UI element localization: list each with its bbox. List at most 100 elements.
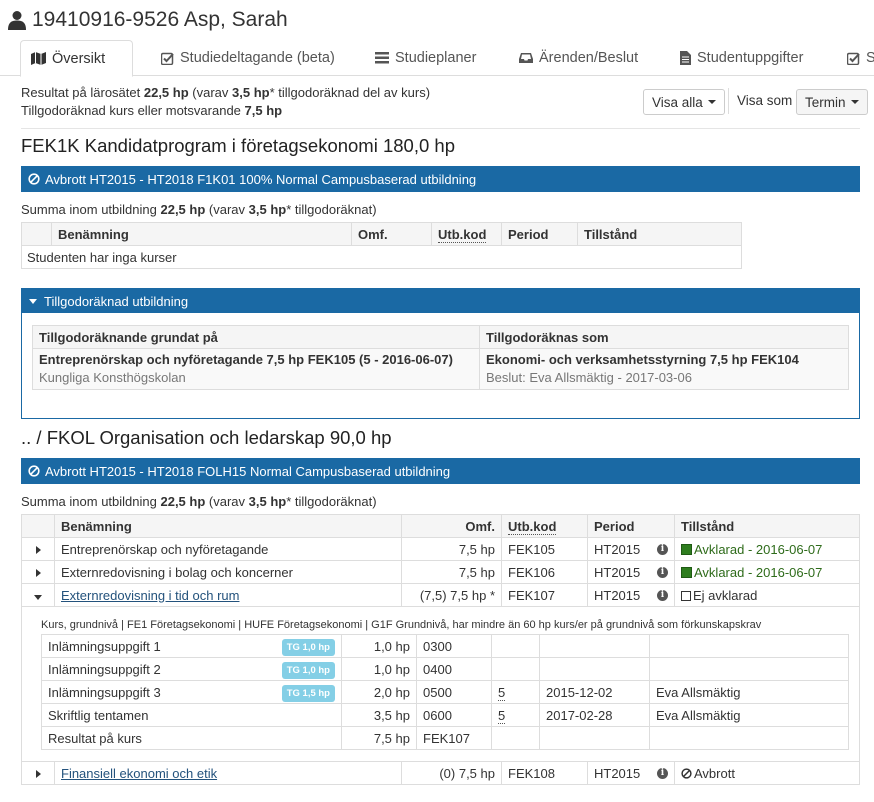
summary-credited: 3,5 hp [232, 85, 270, 100]
module-date [539, 657, 650, 681]
column-header-code: Utb.kod [501, 514, 588, 538]
page-title: 19410916-9526 Asp, Sarah [32, 8, 288, 31]
table-header-row: Tillgodoräknande grundat på Tillgodoräkn… [32, 325, 849, 349]
module-name: Skriftlig tentamen [41, 703, 342, 727]
table-row: Externredovisning i bolag och koncerner … [21, 560, 860, 584]
sum-text: (varav [208, 202, 246, 217]
module-name: Inlämningsuppgift 3 TG 1,5 hp [41, 680, 342, 704]
module-table: Inlämningsuppgift 1 TG 1,0 hp 1,0 hp 0300… [41, 634, 849, 750]
course-code: FEK105 [501, 537, 588, 561]
caret-right-icon [35, 568, 41, 577]
tab-studieplaner[interactable]: Studieplaner [365, 40, 486, 76]
caret-down-icon [34, 594, 42, 600]
grade-abbr: 5 [498, 684, 506, 701]
summary-text: * tillgodoräknad del av kurs) [269, 85, 431, 100]
credited-as-course: Ekonomi- och verksamhetsstyrning 7,5 hp … [486, 352, 799, 367]
module-label: Inlämningsuppgift 2 [48, 661, 161, 677]
module-date [539, 634, 650, 658]
course-table: Benämning Omf. Utb.kod Period Tillstånd … [21, 514, 860, 607]
summary-text: Resultat på lärosätet [21, 85, 141, 100]
tab-label: Översikt [52, 50, 106, 67]
info-icon[interactable]: i [657, 544, 668, 555]
sum-text: * tillgodoräknat) [286, 202, 377, 217]
module-omf: 7,5 hp [341, 726, 417, 750]
decision-info: Beslut: Eva Allsmäktig - 2017-03-06 [486, 370, 692, 385]
expand-toggle[interactable] [21, 583, 55, 607]
sum-text: Summa inom utbildning [21, 202, 157, 217]
file-icon [680, 51, 691, 65]
course-status: Avklarad - 2016-06-07 [674, 560, 860, 584]
course-name: Entreprenörskap och nyföretagande [54, 537, 402, 561]
column-header-status: Tillstånd [577, 222, 742, 246]
module-name: Inlämningsuppgift 2 TG 1,0 hp [41, 657, 342, 681]
program-sum: Summa inom utbildning 22,5 hp (varav 3,5… [21, 494, 377, 509]
course-meta: Kurs, grundnivå | FE1 Företagsekonomi | … [41, 619, 762, 631]
module-code: 0400 [416, 657, 492, 681]
credit-badge: TG 1,0 hp [281, 639, 335, 656]
divider [21, 128, 860, 129]
sum-credited: 3,5 hp [248, 202, 287, 217]
module-code: 0500 [416, 680, 492, 704]
status-text: Avbrott [694, 765, 735, 781]
tab-studiedeltagande[interactable]: Studiedeltagande (beta) [151, 40, 345, 76]
module-code: FEK107 [416, 726, 492, 750]
module-omf: 1,0 hp [341, 657, 417, 681]
grade-abbr: 5 [498, 707, 506, 724]
divider [728, 88, 729, 114]
column-header-period: Period [501, 222, 578, 246]
course-link[interactable]: Externredovisning i tid och rum [61, 588, 239, 603]
table-row: Entreprenörskap och nyföretagande 7,5 hp… [21, 537, 860, 561]
show-all-dropdown[interactable]: Visa alla [643, 89, 725, 115]
module-row: Skriftlig tentamen 3,5 hp 0600 5 2017-02… [41, 703, 849, 727]
module-row: Resultat på kurs 7,5 hp FEK107 [41, 726, 849, 750]
sum-text: (varav [208, 494, 246, 509]
map-icon [31, 52, 46, 65]
module-examiner: Eva Allsmäktig [649, 680, 849, 704]
summary-total: 22,5 hp [143, 85, 189, 100]
module-grade: 5 [491, 680, 540, 704]
view-as-label: Visa som [737, 93, 793, 108]
tab-label: Studiedeltagande (beta) [180, 50, 335, 66]
credit-panel-toggle[interactable]: Tillgodoräknad utbildning [22, 289, 859, 313]
view-as-dropdown[interactable]: Termin [796, 89, 868, 115]
expand-column-header [21, 514, 55, 538]
info-icon[interactable]: i [657, 567, 668, 578]
tab-oversikt[interactable]: Översikt [20, 40, 133, 77]
summary-text: Tillgodoräknad kurs eller motsvarande [21, 103, 241, 118]
module-row: Inlämningsuppgift 2 TG 1,0 hp 1,0 hp 0400 [41, 657, 849, 681]
expand-column-header [21, 222, 52, 246]
course-omf: 7,5 hp [401, 560, 502, 584]
course-period: HT2015 i [587, 560, 675, 584]
credit-badge: TG 1,5 hp [281, 685, 335, 702]
course-status: Ej avklarad [674, 583, 860, 607]
dropdown-label: Visa alla [652, 94, 703, 110]
credit-table: Tillgodoräknande grundat på Tillgodoräkn… [32, 325, 849, 390]
course-period: HT2015 i [587, 537, 675, 561]
ban-icon [681, 767, 692, 779]
tab-bar: Översikt Studiedeltagande (beta) Studiep… [0, 40, 874, 77]
expand-toggle[interactable] [21, 761, 55, 785]
tab-more[interactable]: S [837, 40, 874, 76]
table-row: Studenten har inga kurser [21, 245, 742, 269]
tab-arenden[interactable]: Ärenden/Beslut [509, 40, 648, 76]
course-code: FEK107 [501, 583, 588, 607]
course-link[interactable]: Finansiell ekonomi och etik [61, 766, 217, 781]
summary-text: (varav [192, 85, 229, 100]
status-text: Avklarad - 2016-06-07 [694, 564, 823, 580]
expand-toggle[interactable] [21, 560, 55, 584]
course-name: Finansiell ekonomi och etik [54, 761, 402, 785]
module-date: 2017-02-28 [539, 703, 650, 727]
panel-title: Tillgodoräknad utbildning [44, 293, 189, 309]
column-header-name: Benämning [51, 222, 352, 246]
tab-studentuppgifter[interactable]: Studentuppgifter [670, 40, 813, 76]
checkbox-icon [161, 52, 174, 65]
info-icon[interactable]: i [657, 590, 668, 601]
column-header-period: Period [587, 514, 675, 538]
info-icon[interactable]: i [657, 768, 668, 779]
summary-line-result: Resultat på lärosätet 22,5 hp (varav 3,5… [21, 84, 430, 102]
caret-down-icon [29, 298, 37, 304]
sum-text: Summa inom utbildning [21, 494, 157, 509]
summary-line-credited: Tillgodoräknad kurs eller motsvarande 7,… [21, 102, 430, 120]
module-omf: 3,5 hp [341, 703, 417, 727]
expand-toggle[interactable] [21, 537, 55, 561]
